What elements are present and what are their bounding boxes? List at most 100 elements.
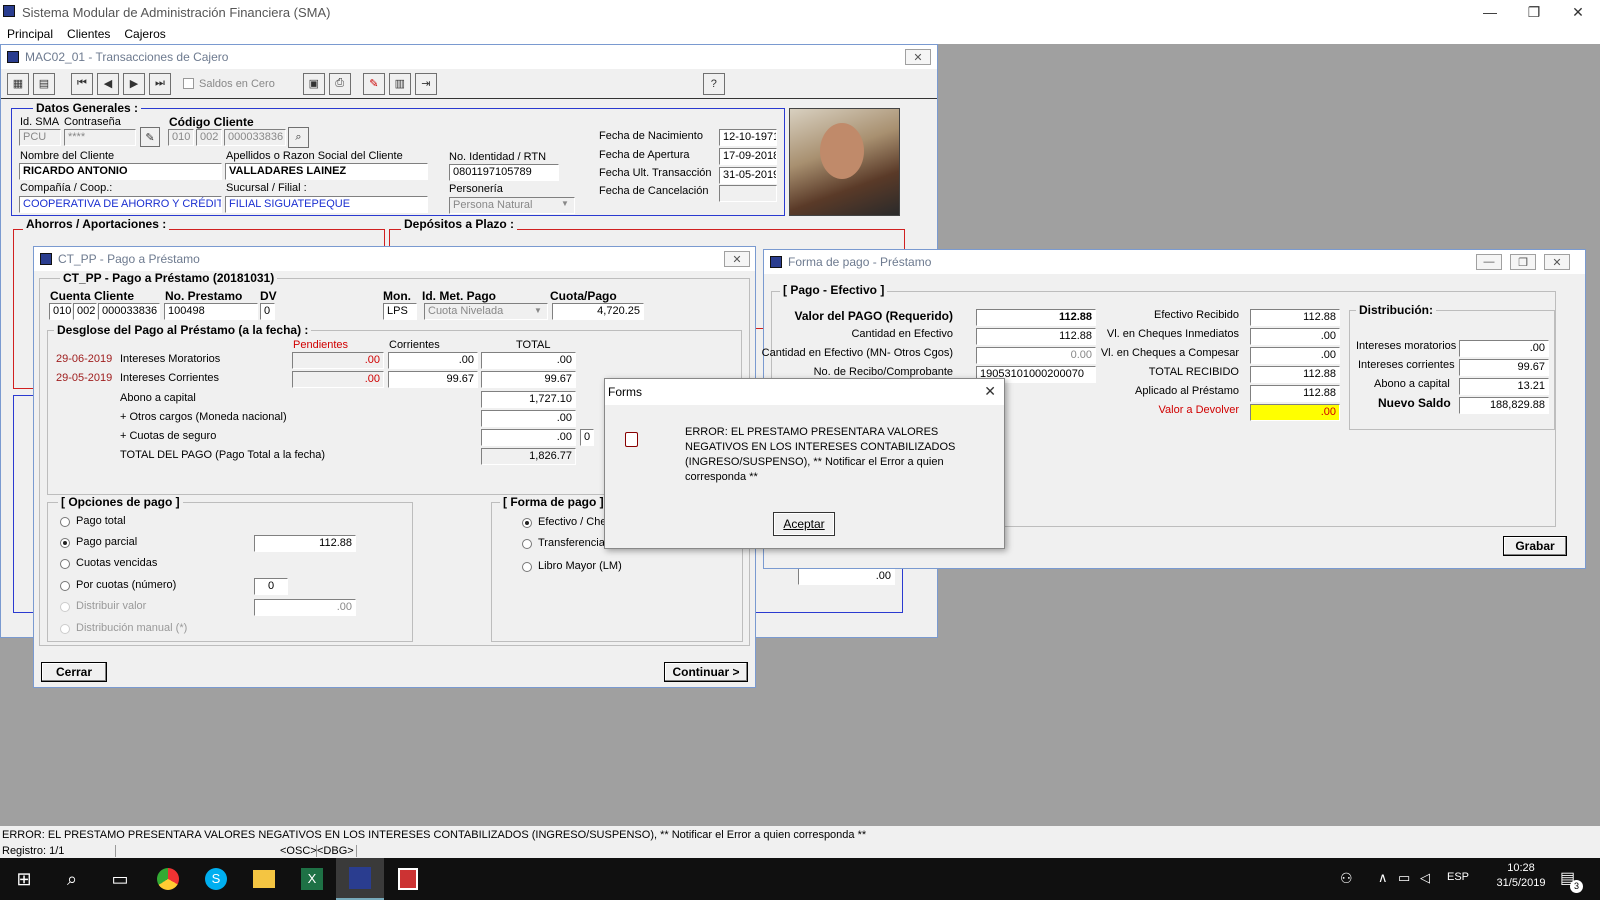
sucursal-field[interactable]: FILIAL SIGUATEPEQUE — [225, 196, 428, 213]
cuenta3-field[interactable]: 000033836 — [98, 303, 160, 320]
cajero-close-button[interactable]: ✕ — [905, 49, 931, 65]
printer-icon[interactable]: ⎙ — [328, 72, 351, 95]
windows-start-icon[interactable]: ⊞ — [0, 858, 48, 900]
first-record-icon[interactable]: ⏮ — [71, 72, 93, 95]
radio-por-cuotas[interactable] — [60, 581, 70, 591]
efectivo-recibido-field[interactable]: 112.88 — [1250, 309, 1340, 326]
nombre-field[interactable]: RICARDO ANTONIO — [19, 163, 222, 180]
pago-close-button[interactable]: ✕ — [724, 251, 750, 267]
valor-devolver-field[interactable]: .00 — [1250, 404, 1340, 421]
fecha-ult-field[interactable]: 31-05-2019 — [719, 167, 777, 184]
radio-distribuir[interactable] — [60, 602, 70, 612]
volume-icon[interactable]: ◁ — [1420, 870, 1430, 886]
mor-corrientes-field[interactable]: .00 — [388, 352, 478, 369]
print-icon[interactable]: ▤ — [33, 72, 55, 95]
mon-field[interactable]: LPS — [383, 303, 417, 320]
forma-minimize-button[interactable]: — — [1476, 254, 1502, 270]
seguro-field[interactable]: .00 — [481, 429, 576, 446]
corr-total-field[interactable]: 99.67 — [481, 371, 576, 388]
forma-close-button[interactable]: ✕ — [1544, 254, 1570, 270]
radio-distribucion-manual[interactable] — [60, 624, 70, 634]
mor-pendientes-field[interactable]: .00 — [292, 352, 384, 369]
dist-abono-field[interactable]: 13.21 — [1459, 378, 1549, 395]
forms-app-icon[interactable] — [384, 858, 432, 900]
fecha-nac-field[interactable]: 12-10-1971 — [719, 129, 777, 146]
metodo-select[interactable]: Cuota Nivelada — [424, 303, 548, 320]
cerrar-button[interactable]: Cerrar — [41, 662, 107, 682]
menu-clientes[interactable]: Clientes — [67, 27, 110, 41]
cuota-field[interactable]: 4,720.25 — [552, 303, 644, 320]
saldos-cero-checkbox[interactable]: Saldos en Cero — [183, 78, 275, 90]
excel-icon[interactable]: X — [288, 858, 336, 900]
prestamo-field[interactable]: 100498 — [164, 303, 258, 320]
help-icon[interactable]: ? — [702, 72, 725, 95]
continuar-button[interactable]: Continuar > — [664, 662, 748, 682]
prev-record-icon[interactable]: ◀ — [97, 72, 119, 95]
last-record-icon[interactable]: ⏭ — [149, 72, 171, 95]
exit-icon[interactable]: ⇥ — [414, 72, 437, 95]
total-recibido-field[interactable]: 112.88 — [1250, 366, 1340, 383]
chrome-icon[interactable] — [144, 858, 192, 900]
cuenta2-field[interactable]: 002 — [73, 303, 97, 320]
edit-user-icon[interactable]: ✎ — [140, 127, 160, 147]
abono-field[interactable]: 1,727.10 — [481, 391, 576, 408]
total-pago-field[interactable]: 1,826.77 — [481, 448, 576, 465]
id-sma-field[interactable]: PCU — [19, 129, 61, 146]
language-indicator[interactable]: ESP — [1447, 871, 1469, 883]
network-icon[interactable]: ▭ — [1398, 870, 1410, 886]
distribuir-field[interactable]: .00 — [254, 599, 356, 616]
contrasena-field[interactable]: **** — [64, 129, 136, 146]
cheques-inmediatos-field[interactable]: .00 — [1250, 328, 1340, 345]
dialog-close-icon[interactable]: ✕ — [984, 383, 996, 400]
search-client-icon[interactable]: ⌕ — [288, 127, 309, 148]
pago-parcial-field[interactable]: 112.88 — [254, 535, 356, 552]
apellidos-field[interactable]: VALLADARES LAINEZ — [225, 163, 428, 180]
skype-icon[interactable]: S — [192, 858, 240, 900]
corr-pendientes-field[interactable]: .00 — [292, 371, 384, 388]
otros-field[interactable]: .00 — [481, 410, 576, 427]
cuenta1-field[interactable]: 010 — [49, 303, 72, 320]
fecha-apertura-field[interactable]: 17-09-2018 — [719, 148, 777, 165]
close-button[interactable]: ✕ — [1556, 0, 1600, 24]
cant-efectivo-field[interactable]: 112.88 — [976, 328, 1096, 345]
cant-mn-field[interactable]: 0.00 — [976, 347, 1096, 364]
radio-libro-mayor[interactable] — [522, 562, 532, 572]
fecha-cancel-field[interactable] — [719, 185, 777, 202]
next-record-icon[interactable]: ▶ — [123, 72, 145, 95]
radio-pago-total[interactable] — [60, 517, 70, 527]
personeria-select[interactable]: Persona Natural — [449, 197, 575, 214]
prestamo-saldo-field[interactable]: .00 — [798, 568, 895, 585]
radio-cuotas-vencidas[interactable] — [60, 559, 70, 569]
people-icon[interactable]: ⚇ — [1340, 870, 1353, 887]
por-cuotas-field[interactable]: 0 — [254, 578, 288, 595]
codigo3-field[interactable]: 000033836 — [224, 129, 286, 146]
radio-efectivo[interactable] — [522, 518, 532, 528]
grabar-button[interactable]: Grabar — [1503, 536, 1567, 556]
file-explorer-icon[interactable] — [240, 858, 288, 900]
mor-total-field[interactable]: .00 — [481, 352, 576, 369]
calculator-icon[interactable]: ▥ — [388, 72, 411, 95]
aceptar-button[interactable]: Aceptar — [773, 512, 835, 536]
aplicado-field[interactable]: 112.88 — [1250, 385, 1340, 402]
sma-app-icon[interactable] — [336, 858, 384, 900]
tray-chevron-icon[interactable]: ∧ — [1378, 870, 1388, 886]
seguro-extra-field[interactable]: 0 — [580, 429, 594, 446]
task-view-icon[interactable]: ▭ — [96, 858, 144, 900]
search-icon[interactable]: ⌕ — [48, 858, 96, 900]
codigo2-field[interactable]: 002 — [196, 129, 222, 146]
cheques-compensar-field[interactable]: .00 — [1250, 347, 1340, 364]
dist-moratorios-field[interactable]: .00 — [1459, 340, 1549, 357]
monitor-icon[interactable]: ▣ — [302, 72, 325, 95]
codigo1-field[interactable]: 010 — [168, 129, 194, 146]
nuevo-saldo-field[interactable]: 188,829.88 — [1459, 397, 1549, 414]
dv-field[interactable]: 0 — [260, 303, 275, 320]
identidad-field[interactable]: 0801197105789 — [449, 164, 559, 181]
menu-cajeros[interactable]: Cajeros — [124, 27, 165, 41]
edit-icon[interactable]: ✎ — [362, 72, 385, 95]
save-icon[interactable]: ▦ — [7, 72, 29, 95]
corr-corrientes-field[interactable]: 99.67 — [388, 371, 478, 388]
forma-maximize-button[interactable]: ❐ — [1510, 254, 1536, 270]
radio-transferencia[interactable] — [522, 539, 532, 549]
clock[interactable]: 10:28 31/5/2019 — [1490, 862, 1552, 889]
valor-pago-field[interactable]: 112.88 — [976, 309, 1096, 326]
